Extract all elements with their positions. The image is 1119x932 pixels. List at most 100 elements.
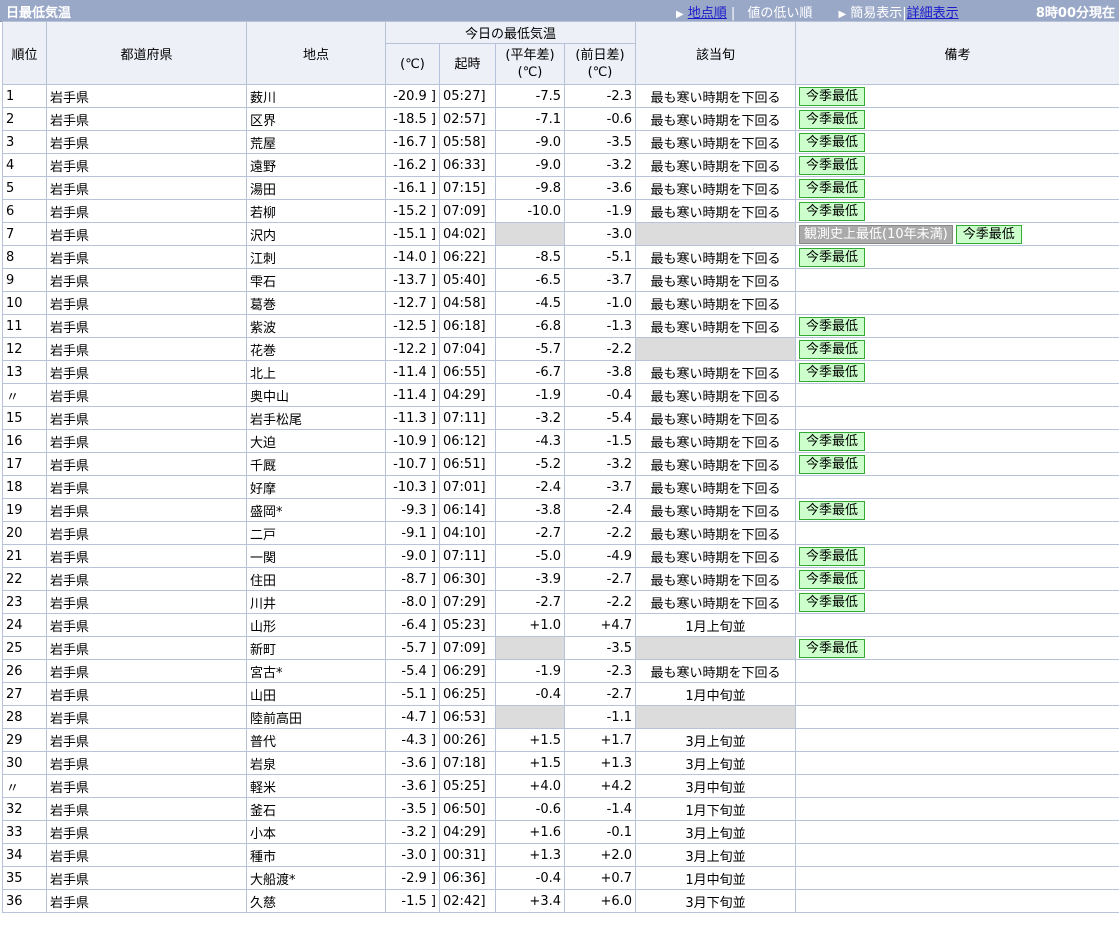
row-note xyxy=(795,889,1119,913)
row-note: 今季最低 xyxy=(795,153,1119,177)
row-temp: -18.5 ] xyxy=(385,107,440,131)
row-period: 3月上旬並 xyxy=(635,843,797,867)
row-period: 最も寒い時期を下回る xyxy=(635,245,797,269)
row-temp: -8.7 ] xyxy=(385,567,440,591)
row-period: 最も寒い時期を下回る xyxy=(635,107,797,131)
row-temp: -9.0 ] xyxy=(385,544,440,568)
col-prev-diff-line2: (℃) xyxy=(587,65,613,80)
row-period: 最も寒い時期を下回る xyxy=(635,567,797,591)
row-normal-diff: -3.8 xyxy=(495,498,565,522)
row-temp: -8.0 ] xyxy=(385,590,440,614)
row-prev-diff: -2.3 xyxy=(563,84,637,108)
row-temp: -1.5 ] xyxy=(385,889,440,913)
row-period: 3月下旬並 xyxy=(635,889,797,913)
header-bar: 日最低気温 ▶ 地点順 | 値の低い順 ▶ 簡易表示|詳細表示 8時00分現在 xyxy=(0,0,1119,22)
row-prefecture: 岩手県 xyxy=(46,406,247,430)
col-time: 起時 xyxy=(439,43,496,85)
row-prefecture: 岩手県 xyxy=(46,751,247,775)
row-temp: -2.9 ] xyxy=(385,866,440,890)
row-prev-diff: -5.1 xyxy=(563,245,637,269)
row-note: 今季最低 xyxy=(795,567,1119,591)
row-rank: 17 xyxy=(2,452,47,476)
row-time: 02:42] xyxy=(439,889,496,913)
row-location: 盛岡* xyxy=(246,498,386,522)
row-temp: -12.5 ] xyxy=(385,314,440,338)
row-location: 軽米 xyxy=(246,774,386,798)
row-time: 07:11] xyxy=(439,406,496,430)
row-location: 種市 xyxy=(246,843,386,867)
row-note xyxy=(795,406,1119,430)
row-note: 今季最低 xyxy=(795,337,1119,361)
row-location: 岩手松尾 xyxy=(246,406,386,430)
row-temp: -6.4 ] xyxy=(385,613,440,637)
season-low-badge: 今季最低 xyxy=(799,133,866,152)
row-location: 普代 xyxy=(246,728,386,752)
table-row: 16 岩手県 大迫 -10.9 ] 06:12] -4.3 -1.5 最も寒い時期を下回る 今季… xyxy=(2,429,1119,453)
table-row: 29 岩手県 普代 -4.3 ] 00:26] +1.5 +1.7 3月上旬並 xyxy=(2,728,1119,752)
row-note: 今季最低 xyxy=(795,107,1119,131)
row-time: 07:09] xyxy=(439,636,496,660)
row-period: 最も寒い時期を下回る xyxy=(635,383,797,407)
row-temp: -16.1 ] xyxy=(385,176,440,200)
row-rank: 23 xyxy=(2,590,47,614)
row-prev-diff: -1.3 xyxy=(563,314,637,338)
row-prev-diff: -1.4 xyxy=(563,797,637,821)
sort-by-location-link[interactable]: 地点順 xyxy=(688,6,727,21)
row-note xyxy=(795,820,1119,844)
row-note: 今季最低 xyxy=(795,176,1119,200)
row-rank: 15 xyxy=(2,406,47,430)
row-time: 06:51] xyxy=(439,452,496,476)
row-prev-diff: -3.7 xyxy=(563,475,637,499)
col-group-today-min: 今日の最低気温 xyxy=(384,21,637,44)
row-normal-diff: -9.8 xyxy=(495,176,565,200)
table-row: 13 岩手県 北上 -11.4 ] 06:55] -6.7 -3.8 最も寒い時期を下回る 今季… xyxy=(2,360,1119,384)
row-period: 最も寒い時期を下回る xyxy=(635,475,797,499)
table-row: 22 岩手県 住田 -8.7 ] 06:30] -3.9 -2.7 最も寒い時期を下回る 今季最… xyxy=(2,567,1119,591)
row-time: 02:57] xyxy=(439,107,496,131)
row-rank: 1 xyxy=(2,84,47,108)
row-prefecture: 岩手県 xyxy=(46,153,247,177)
row-time: 06:14] xyxy=(439,498,496,522)
row-normal-diff: -2.7 xyxy=(495,590,565,614)
row-location: 山田 xyxy=(246,682,386,706)
row-rank: 5 xyxy=(2,176,47,200)
row-normal-diff: +1.5 xyxy=(495,728,565,752)
season-low-badge: 今季最低 xyxy=(799,593,866,612)
row-rank: 29 xyxy=(2,728,47,752)
row-rank: 10 xyxy=(2,291,47,315)
table-row: 〃岩手県 奥中山 -11.4 ] 04:29] -1.9 -0.4 最も寒い時期を下回る xyxy=(2,383,1119,407)
row-rank: 〃 xyxy=(2,774,47,798)
row-time: 04:10] xyxy=(439,521,496,545)
row-time: 05:58] xyxy=(439,130,496,154)
row-note: 今季最低 xyxy=(795,199,1119,223)
row-note xyxy=(795,843,1119,867)
row-prev-diff: -2.3 xyxy=(563,659,637,683)
row-normal-diff: -10.0 xyxy=(495,199,565,223)
row-normal-diff: -2.7 xyxy=(495,521,565,545)
table-row: 12 岩手県 花巻 -12.2 ] 07:04] -5.7 -2.2 今季最低 xyxy=(2,337,1119,361)
table-row: 18 岩手県 好摩 -10.3 ] 07:01] -2.4 -3.7 最も寒い時期を下回る xyxy=(2,475,1119,499)
detail-view-link[interactable]: 詳細表示 xyxy=(907,6,959,21)
season-low-badge: 今季最低 xyxy=(799,340,866,359)
row-prefecture: 岩手県 xyxy=(46,268,247,292)
col-prev-diff: (前日差) (℃) xyxy=(563,43,637,85)
row-prefecture: 岩手県 xyxy=(46,130,247,154)
table-row: 11 岩手県 紫波 -12.5 ] 06:18] -6.8 -1.3 最も寒い時期を下回る 今季… xyxy=(2,314,1119,338)
table-row: 17 岩手県 千厩 -10.7 ] 06:51] -5.2 -3.2 最も寒い時期を下回る 今季… xyxy=(2,452,1119,476)
row-location: 花巻 xyxy=(246,337,386,361)
row-prefecture: 岩手県 xyxy=(46,291,247,315)
row-rank: 4 xyxy=(2,153,47,177)
row-normal-diff: -5.7 xyxy=(495,337,565,361)
row-rank: 35 xyxy=(2,866,47,890)
table-row: 24 岩手県 山形 -6.4 ] 05:23] +1.0 +4.7 1月上旬並 xyxy=(2,613,1119,637)
row-time: 07:15] xyxy=(439,176,496,200)
row-temp: -4.7 ] xyxy=(385,705,440,729)
col-normal-diff-line2: (℃) xyxy=(517,65,543,80)
season-low-badge: 今季最低 xyxy=(799,570,866,589)
row-prev-diff: -3.8 xyxy=(563,360,637,384)
row-normal-diff: -9.0 xyxy=(495,153,565,177)
row-temp: -16.2 ] xyxy=(385,153,440,177)
row-location: 大船渡* xyxy=(246,866,386,890)
row-note xyxy=(795,797,1119,821)
row-normal-diff: +3.4 xyxy=(495,889,565,913)
